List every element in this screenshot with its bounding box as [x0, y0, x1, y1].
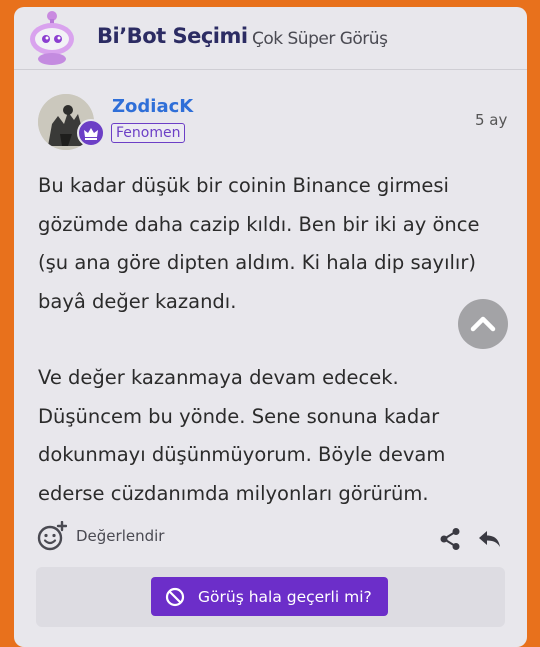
scroll-top-button[interactable]: [458, 299, 508, 349]
bot-selection-subtitle: Çok Süper Görüş: [252, 29, 388, 49]
post-timestamp: 5 ay: [475, 111, 508, 129]
chevron-up-icon: [470, 316, 496, 332]
ban-icon: [165, 587, 185, 606]
rate-button[interactable]: Değerlendir: [76, 527, 164, 545]
card-header: Bi’Bot Seçimi Çok Süper Görüş: [14, 7, 527, 70]
share-icon[interactable]: [439, 527, 461, 551]
role-badge: Fenomen: [111, 123, 186, 143]
rate-smiley-icon[interactable]: [37, 521, 67, 551]
post-paragraph: Bu kadar düşük bir coinin Binance girmes…: [38, 174, 480, 313]
post-paragraph: Ve değer kazanmaya devam edecek. Düşünce…: [38, 366, 446, 505]
crown-icon: [84, 128, 98, 140]
opinion-still-valid-button[interactable]: Görüş hala geçerli mi?: [151, 577, 388, 616]
post-card: Bi’Bot Seçimi Çok Süper Görüş ZodiacK Fe…: [14, 7, 527, 647]
reply-icon[interactable]: [477, 528, 501, 550]
bot-selection-title: Bi’Bot Seçimi: [97, 24, 248, 48]
bot-avatar-icon: [30, 11, 74, 65]
author-name[interactable]: ZodiacK: [112, 96, 193, 117]
opinion-button-label: Görüş hala geçerli mi?: [198, 587, 372, 606]
post-content: Bu kadar düşük bir coinin Binance girmes…: [38, 167, 508, 513]
crown-badge: [77, 119, 105, 147]
